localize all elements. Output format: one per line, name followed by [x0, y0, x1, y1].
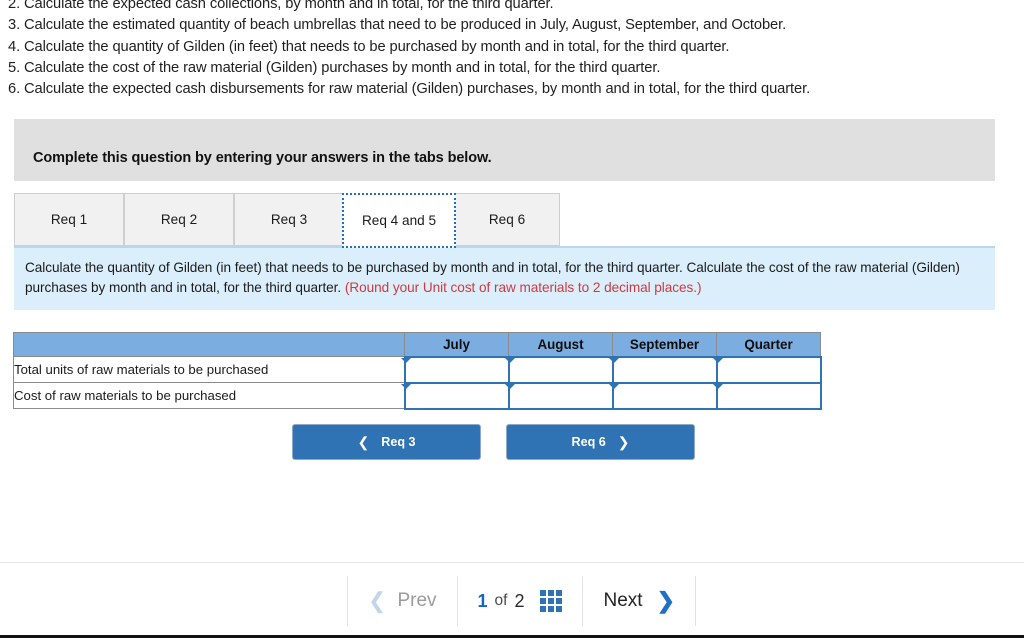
cell-marker-icon	[608, 383, 619, 389]
row-label-cost: Cost of raw materials to be purchased	[13, 382, 405, 409]
tab-req-4-and-5[interactable]: Req 4 and 5	[342, 193, 456, 248]
grid-cell	[556, 598, 563, 604]
tab-req-3[interactable]: Req 3	[234, 193, 344, 246]
table-header-row: July August September Quarter	[13, 332, 821, 357]
tab-strip: Req 1 Req 2 Req 3 Req 4 and 5 Req 6	[14, 193, 995, 248]
grid-cell	[540, 606, 547, 612]
answer-table: July August September Quarter Total unit…	[13, 332, 822, 410]
pager-prev-section: ❮ Prev	[347, 576, 457, 626]
pager-page-section: 1 of 2	[456, 576, 583, 626]
pager-next-section: Next ❯	[582, 576, 696, 626]
table-header-july: July	[404, 332, 509, 357]
cell-marker-icon	[504, 357, 515, 363]
requirement-item: 3. Calculate the estimated quantity of b…	[8, 17, 787, 34]
req-prev-label: Req 3	[381, 435, 416, 449]
chevron-right-icon: ❯	[617, 434, 630, 450]
table-header-august: August	[508, 332, 613, 357]
input-total-units-september[interactable]	[608, 355, 718, 384]
grid-cell	[556, 606, 563, 612]
table-header-quarter: Quarter	[716, 332, 821, 357]
table-header-blank	[13, 332, 405, 357]
cell-marker-icon	[712, 383, 723, 389]
table-row: Cost of raw materials to be purchased	[13, 381, 822, 410]
req-next-button[interactable]: Req 6 ❯	[506, 424, 695, 460]
input-total-units-august[interactable]	[504, 355, 614, 384]
chevron-left-icon: ❮	[357, 434, 370, 450]
current-page: 1	[477, 590, 488, 611]
grid-cell	[540, 598, 547, 604]
requirement-item: 4. Calculate the quantity of Gilden (in …	[8, 38, 730, 55]
grid-view-icon[interactable]	[540, 590, 563, 612]
cell-marker-icon	[712, 357, 723, 363]
input-cost-august[interactable]	[504, 381, 614, 410]
task-instruction-panel: Calculate the quantity of Gilden (in fee…	[14, 248, 995, 310]
requirement-item: 5. Calculate the cost of the raw materia…	[8, 59, 661, 76]
cell-marker-icon	[608, 357, 619, 363]
bottom-pager: ❮ Prev 1 of 2 Next ❯	[0, 564, 1024, 638]
pager-controls: ❮ Prev 1 of 2 Next ❯	[347, 576, 696, 626]
tab-req-1[interactable]: Req 1	[14, 193, 124, 246]
grid-cell	[556, 590, 563, 596]
pager-next-button[interactable]: Next ❯	[603, 590, 675, 612]
cell-marker-icon	[400, 383, 411, 389]
grid-cell	[540, 590, 547, 596]
page-indicator: 1 of 2	[478, 591, 525, 612]
requirement-item: 2. Calculate the expected cash collectio…	[8, 0, 554, 12]
grid-cell	[548, 606, 555, 612]
input-total-units-july[interactable]	[400, 355, 510, 384]
requirement-item: 6. Calculate the expected cash disbursem…	[8, 81, 811, 98]
grid-cell	[548, 590, 555, 596]
input-total-units-quarter[interactable]	[712, 355, 822, 384]
cell-marker-icon	[400, 357, 411, 363]
pager-prev-label: Prev	[397, 590, 437, 611]
input-cost-july[interactable]	[400, 381, 510, 410]
table-row: Total units of raw materials to be purch…	[13, 355, 822, 384]
chevron-left-icon: ❮	[368, 588, 387, 613]
pager-prev-button[interactable]: ❮ Prev	[368, 590, 437, 612]
exercise-card: Complete this question by entering your …	[0, 105, 1024, 563]
input-cost-september[interactable]	[608, 381, 718, 410]
task-instruction-hint: (Round your Unit cost of raw materials t…	[344, 279, 702, 295]
chevron-right-icon: ❯	[656, 588, 675, 613]
req-next-label: Req 6	[571, 435, 606, 449]
row-label-total-units: Total units of raw materials to be purch…	[13, 356, 405, 383]
page-of-label: of	[494, 592, 508, 609]
instruction-banner: Complete this question by entering your …	[14, 119, 995, 181]
cell-marker-icon	[504, 383, 515, 389]
tab-req-2[interactable]: Req 2	[124, 193, 234, 246]
tab-req-6[interactable]: Req 6	[454, 193, 560, 246]
requirements-list: 2. Calculate the expected cash collectio…	[8, 0, 1016, 100]
grid-cell	[548, 598, 555, 604]
input-cost-quarter[interactable]	[712, 381, 822, 410]
task-instruction-text: Calculate the quantity of Gilden (in fee…	[25, 258, 979, 297]
req-prev-button[interactable]: ❮ Req 3	[292, 424, 481, 460]
total-pages: 2	[514, 590, 525, 611]
table-header-september: September	[612, 332, 717, 357]
pager-next-label: Next	[603, 590, 643, 611]
instruction-banner-text: Complete this question by entering your …	[33, 150, 492, 166]
